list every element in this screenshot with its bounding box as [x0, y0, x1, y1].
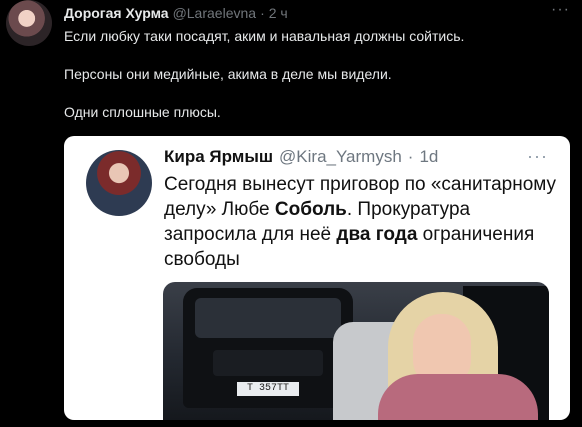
quoted-author-avatar[interactable]	[86, 150, 152, 216]
quoted-more-options-icon[interactable]: ···	[527, 146, 548, 167]
tweet-line: Если любку таки посадят, аким и навальна…	[64, 28, 465, 44]
more-options-icon[interactable]: ···	[551, 2, 570, 18]
author-avatar[interactable]	[6, 0, 52, 46]
quoted-author-name[interactable]: Кира Ярмыш	[164, 147, 273, 167]
car-window	[195, 298, 341, 338]
tweet-header: Дорогая Хурма @Laraelevna · 2 ч	[64, 4, 288, 22]
tweet-text: Если любку таки посадят, аким и навальна…	[64, 26, 564, 140]
author-handle[interactable]: @Laraelevna	[173, 5, 257, 21]
tweet-time[interactable]: 2 ч	[269, 5, 288, 21]
quoted-tweet-header: Кира Ярмыш @Kira_Yarmysh · 1d	[164, 147, 438, 167]
car-grill	[213, 350, 323, 376]
license-plate: Т 357ТТ	[237, 382, 299, 396]
tweet-line: Персоны они медийные, акима в деле мы ви…	[64, 66, 392, 82]
quoted-tweet-text: Сегодня вынесут приговор по «санитарному…	[164, 172, 558, 272]
quoted-photo[interactable]: Т 357ТТ	[163, 282, 549, 420]
car-shape: Т 357ТТ	[183, 288, 353, 408]
person-body	[378, 374, 538, 420]
quoted-text-bold: Соболь	[274, 199, 347, 220]
quoted-text-bold: два года	[336, 224, 418, 245]
quoted-tweet-card[interactable]: Кира Ярмыш @Kira_Yarmysh · 1d ··· Сегодн…	[64, 136, 570, 420]
tweet-line: Одни сплошные плюсы.	[64, 104, 221, 120]
quoted-author-handle[interactable]: @Kira_Yarmysh	[279, 147, 402, 167]
quoted-separator-dot: ·	[407, 147, 414, 166]
quoted-tweet-time[interactable]: 1d	[419, 147, 438, 167]
author-name[interactable]: Дорогая Хурма	[64, 5, 169, 21]
separator-dot: ·	[260, 5, 265, 21]
